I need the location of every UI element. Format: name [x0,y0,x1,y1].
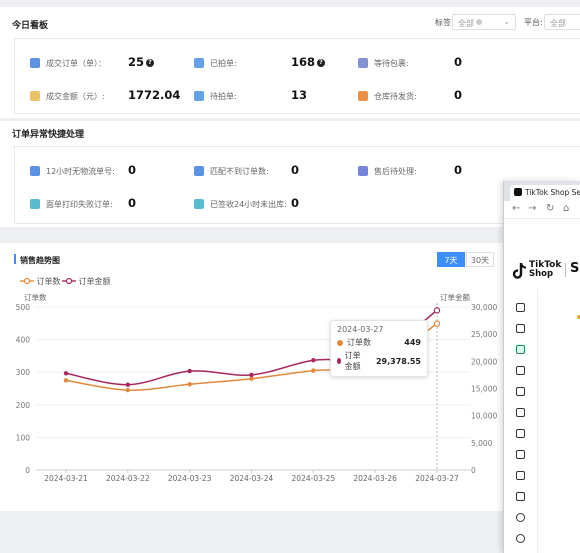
chart-tooltip: 2024-03-27 订单数 449 订单金额 29,378.55 [330,320,428,377]
right-tick-label: 5,000 [471,439,493,448]
right-tick-label: 15,000 [471,385,497,394]
data-point [311,368,316,373]
data-point [249,376,254,381]
x-tick-label: 2024-03-25 [292,474,336,483]
data-point [311,358,316,363]
video-nav-icon[interactable] [516,450,525,459]
tiktok-note-icon [512,262,527,279]
left-tick-label: 500 [16,303,31,312]
browser-toolbar: ← → ↻ ⌂ [504,201,580,219]
sales-trend-chart[interactable]: 0 100 200 300 400 500 0 5,000 10,000 15,000 20,000… [0,0,580,553]
right-tick-label: 30,000 [471,303,497,312]
data-point [63,378,69,383]
browser-tab[interactable]: TikTok Shop Seller [510,185,580,201]
browser-tab-title: TikTok Shop Seller [525,188,580,197]
home-nav-icon[interactable] [516,303,525,312]
x-tick-label: 2024-03-21 [44,474,88,483]
left-tick-label: 0 [25,466,30,475]
reload-icon[interactable]: ↻ [546,203,554,214]
data-point [125,382,131,387]
data-point [125,387,131,393]
account-nav-icon[interactable] [516,534,525,543]
data-nav-icon[interactable] [516,429,525,438]
tiktok-shop-window[interactable]: TikTok Shop Seller ← → ↻ ⌂ TikTok Shop S [503,181,580,553]
tooltip-label-order-amount: 订单金额 [344,351,361,371]
logo-text-shop: Shop [529,269,554,279]
data-point [433,307,441,314]
back-icon[interactable]: ← [512,203,520,214]
browser-tab-bar: TikTok Shop Seller [504,181,580,201]
x-tick-label: 2024-03-23 [168,474,212,483]
finance-nav-icon[interactable] [516,471,525,480]
apps-nav-icon[interactable] [516,492,525,501]
shipping-nav-icon[interactable] [516,366,525,375]
x-tick-label: 2024-03-22 [106,474,150,483]
data-point [63,371,69,376]
right-tick-label: 25,000 [471,330,497,339]
forward-icon[interactable]: → [528,203,536,214]
tooltip-value-order-amount: 29,378.55 [375,356,421,366]
x-tick-label: 2024-03-26 [353,474,397,483]
right-tick-label: 0 [471,466,476,475]
logo-suffix: S [570,261,580,276]
x-tick-label: 2024-03-24 [230,474,274,483]
tooltip-value-order-count: 449 [404,338,421,347]
tooltip-dot-order-count [337,339,343,346]
home-icon[interactable]: ⌂ [563,203,569,214]
data-point [187,368,192,374]
tooltip-title: 2024-03-27 [337,325,384,334]
data-point [433,320,441,327]
marketing-nav-icon[interactable] [516,387,525,396]
right-tick-label: 20,000 [471,357,497,366]
x-tick-label: 2024-03-27 [415,474,459,483]
tooltip-label-order-count: 订单数 [347,338,371,347]
logo-divider [565,263,566,277]
left-tick-label: 300 [16,368,31,377]
products-nav-icon[interactable] [516,345,525,354]
tiktok-shop-logo: TikTok Shop S [512,259,580,283]
growth-nav-icon[interactable] [516,513,525,522]
data-point [249,372,254,378]
tiktok-favicon-icon [514,188,522,196]
left-tick-label: 100 [16,433,31,442]
orders-nav-icon[interactable] [516,324,525,333]
right-tick-label: 10,000 [471,412,497,421]
left-tick-label: 400 [16,336,31,345]
tooltip-row-order-amount: 订单金额 29,378.55 [337,350,421,372]
left-tick-label: 200 [16,401,31,410]
shop-nav-icon[interactable] [516,408,525,417]
tooltip-dot-order-amount [337,358,341,364]
seller-sidebar [504,289,538,553]
data-point [187,382,192,387]
tooltip-row-order-count: 订单数 449 [337,337,421,348]
